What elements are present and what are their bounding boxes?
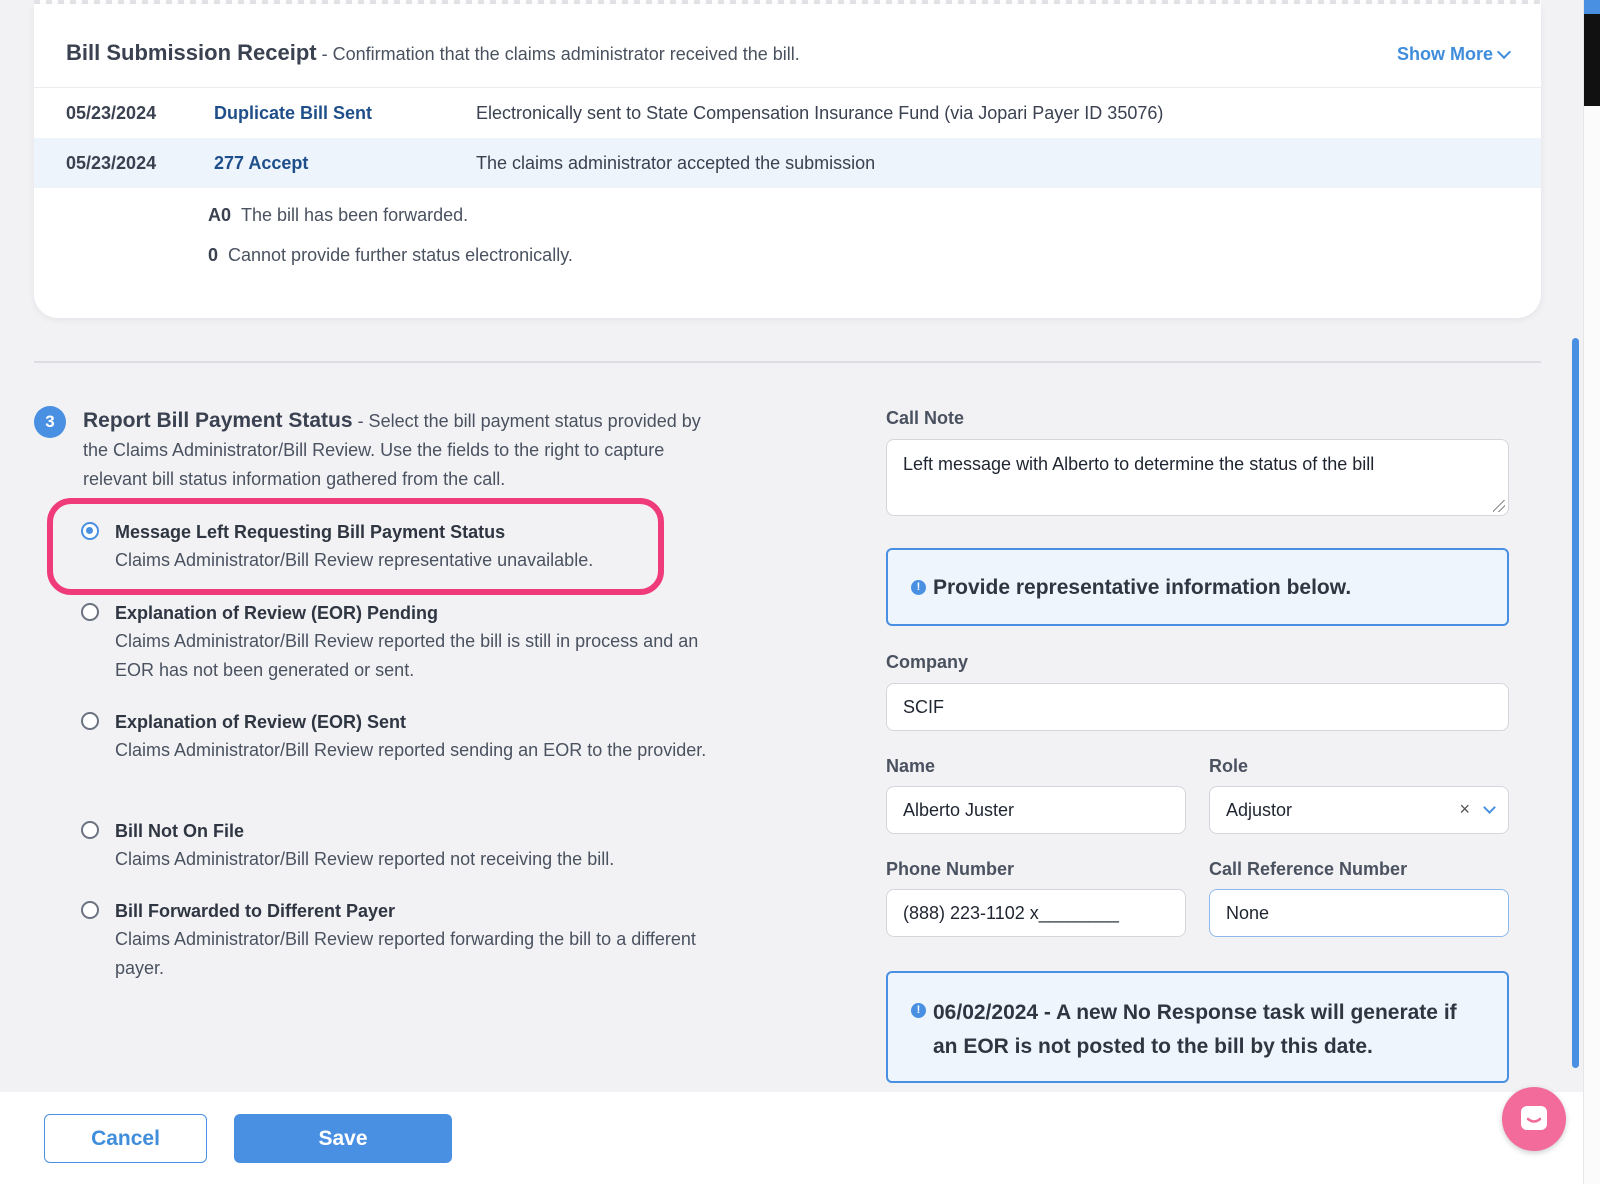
report-section-header: Report Bill Payment Status - Select the … — [83, 406, 723, 494]
company-label: Company — [886, 652, 969, 672]
option-description: Claims Administrator/Bill Review reporte… — [115, 929, 696, 978]
receipt-event-link[interactable]: Duplicate Bill Sent — [214, 103, 372, 124]
receipt-row: 05/23/2024 Duplicate Bill Sent Electroni… — [34, 88, 1541, 138]
step-number-badge: 3 — [34, 406, 66, 438]
page-scrollbar-thumb[interactable] — [1572, 338, 1579, 1068]
section-divider — [34, 361, 1541, 363]
receipt-row: 05/23/2024 277 Accept The claims adminis… — [34, 138, 1541, 188]
option-title: Explanation of Review (EOR) Pending — [115, 603, 439, 623]
save-button[interactable]: Save — [234, 1114, 452, 1163]
option-title: Message Left Requesting Bill Payment Sta… — [115, 522, 506, 542]
bill-submission-receipt-card: Bill Submission Receipt - Confirmation t… — [34, 4, 1541, 318]
company-value: SCIF — [903, 696, 945, 717]
receipt-description: The claims administrator accepted the su… — [476, 152, 876, 173]
phone-value: (888) 223-1102 x________ — [903, 902, 1119, 923]
status-code: A0 — [208, 205, 232, 225]
no-response-task-notice: ! 06/02/2024 - A new No Response task wi… — [886, 971, 1509, 1083]
option-description: Claims Administrator/Bill Review represe… — [115, 550, 594, 570]
name-value: Alberto Juster — [903, 799, 1015, 820]
receipt-date: 05/23/2024 — [66, 152, 157, 173]
receipt-event-link[interactable]: 277 Accept — [214, 153, 308, 174]
chat-launcher-button[interactable] — [1502, 1087, 1566, 1151]
info-icon: ! — [911, 580, 926, 595]
call-note-label: Call Note — [886, 408, 965, 428]
call-note-textarea[interactable]: Left message with Alberto to determine t… — [886, 439, 1509, 516]
radio-button[interactable] — [81, 522, 99, 540]
radio-button[interactable] — [81, 821, 99, 839]
company-field[interactable]: SCIF — [886, 683, 1509, 731]
option-title: Explanation of Review (EOR) Sent — [115, 712, 407, 732]
option-title: Bill Forwarded to Different Payer — [115, 901, 396, 921]
report-title: Report Bill Payment Status — [83, 409, 353, 432]
status-option-bill-forwarded[interactable]: Bill Forwarded to Different Payer Claims… — [81, 897, 721, 983]
status-option-bill-not-on-file[interactable]: Bill Not On File Claims Administrator/Bi… — [81, 817, 721, 874]
status-code-text: Cannot provide further status electronic… — [228, 245, 573, 265]
option-title: Bill Not On File — [115, 821, 244, 841]
radio-button[interactable] — [81, 901, 99, 919]
close-icon[interactable]: × — [1459, 799, 1470, 820]
card-header: Bill Submission Receipt - Confirmation t… — [66, 40, 1512, 74]
scrollbar-top-indicator — [1584, 0, 1600, 14]
receipt-date: 05/23/2024 — [66, 102, 157, 123]
representative-info-notice: ! Provide representative information bel… — [886, 548, 1509, 626]
role-label: Role — [1209, 756, 1249, 776]
call-reference-value: None — [1226, 902, 1270, 923]
window-scrollbar-track[interactable] — [1583, 0, 1600, 1184]
name-field[interactable]: Alberto Juster — [886, 786, 1186, 834]
call-note-value: Left message with Alberto to determine t… — [903, 454, 1375, 474]
footer-bar: Cancel Save — [0, 1092, 1583, 1184]
receipt-subtitle: - Confirmation that the claims administr… — [316, 44, 800, 64]
name-label: Name — [886, 756, 936, 776]
radio-button[interactable] — [81, 712, 99, 730]
notice-text: 06/02/2024 - A new No Response task will… — [933, 1001, 1457, 1058]
role-select[interactable]: Adjustor × — [1209, 786, 1509, 834]
radio-button[interactable] — [81, 603, 99, 621]
receipt-title: Bill Submission Receipt — [66, 40, 317, 65]
status-option-eor-sent[interactable]: Explanation of Review (EOR) Sent Claims … — [81, 708, 721, 765]
option-description: Claims Administrator/Bill Review reporte… — [115, 631, 699, 680]
option-description: Claims Administrator/Bill Review reporte… — [115, 740, 707, 760]
status-code-text: The bill has been forwarded. — [241, 205, 469, 225]
chat-icon — [1521, 1106, 1547, 1130]
status-code-line: A0 The bill has been forwarded. — [208, 205, 468, 226]
rep-info-text: Provide representative information below… — [933, 576, 1352, 599]
show-more-label: Show More — [1396, 44, 1493, 64]
phone-label: Phone Number — [886, 859, 1015, 879]
cancel-button[interactable]: Cancel — [44, 1114, 207, 1163]
receipt-description: Electronically sent to State Compensatio… — [476, 102, 1164, 123]
status-code: 0 — [208, 245, 219, 265]
window-scrollbar-thumb[interactable] — [1584, 14, 1600, 106]
info-icon: ! — [911, 1003, 926, 1018]
option-description: Claims Administrator/Bill Review reporte… — [115, 849, 615, 869]
status-option-message-left[interactable]: Message Left Requesting Bill Payment Sta… — [81, 518, 721, 575]
resize-handle[interactable] — [1493, 500, 1505, 512]
chevron-down-icon — [1496, 44, 1512, 60]
status-option-eor-pending[interactable]: Explanation of Review (EOR) Pending Clai… — [81, 599, 721, 685]
call-reference-field[interactable]: None — [1209, 889, 1509, 937]
phone-field[interactable]: (888) 223-1102 x________ — [886, 889, 1186, 937]
role-value: Adjustor — [1226, 799, 1293, 820]
show-more-button[interactable]: Show More — [1396, 44, 1512, 65]
chevron-down-icon[interactable] — [1483, 801, 1496, 814]
call-reference-label: Call Reference Number — [1209, 859, 1408, 879]
status-code-line: 0 Cannot provide further status electroni… — [208, 245, 573, 266]
